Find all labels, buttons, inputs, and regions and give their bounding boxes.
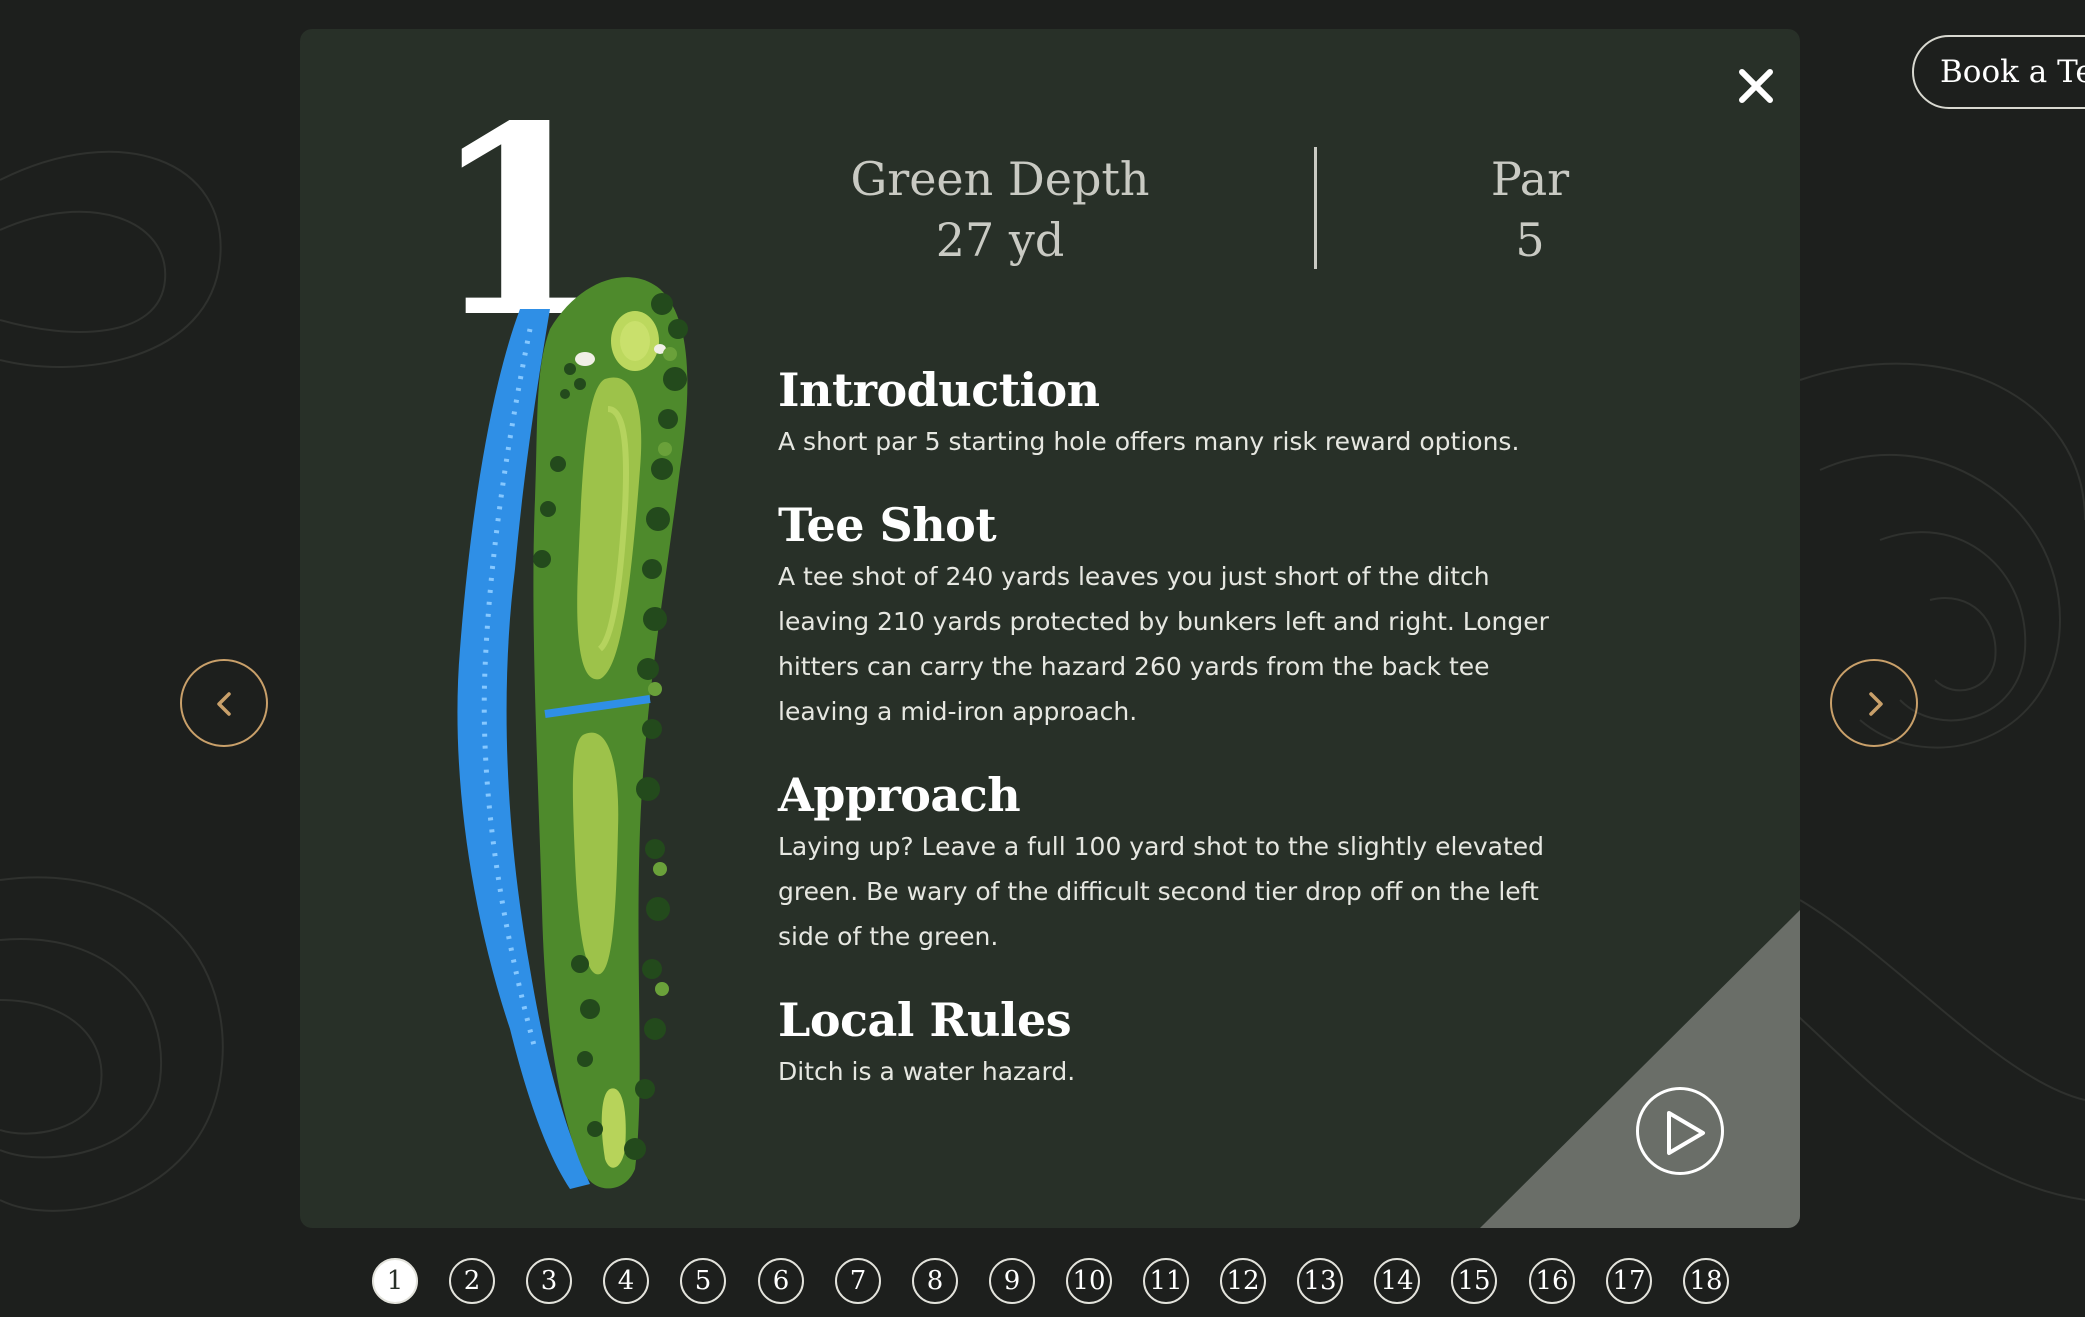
pager-hole-17[interactable]: 17 — [1606, 1258, 1652, 1304]
section-text: A short par 5 starting hole offers many … — [778, 427, 1520, 456]
hole-map-image — [457, 277, 688, 1189]
pager-hole-16[interactable]: 16 — [1529, 1258, 1575, 1304]
pager-hole-4[interactable]: 4 — [603, 1258, 649, 1304]
pager-hole-10[interactable]: 10 — [1066, 1258, 1112, 1304]
pager-hole-14[interactable]: 14 — [1374, 1258, 1420, 1304]
pager-hole-2[interactable]: 2 — [449, 1258, 495, 1304]
pager-hole-9[interactable]: 9 — [989, 1258, 1035, 1304]
section-text: Ditch is a water hazard. — [778, 1057, 1076, 1086]
section-title: Approach — [778, 768, 1021, 822]
section-text: A tee shot of 240 yards leaves you just … — [778, 562, 1549, 726]
pager-hole-15[interactable]: 15 — [1451, 1258, 1497, 1304]
play-icon — [1667, 1111, 1705, 1155]
chevron-right-icon — [1869, 692, 1883, 716]
section-text: Laying up? Leave a full 100 yard shot to… — [778, 832, 1545, 951]
pager-hole-18[interactable]: 18 — [1683, 1258, 1729, 1304]
section-title: Introduction — [778, 363, 1100, 417]
pager-hole-5[interactable]: 5 — [680, 1258, 726, 1304]
pager-hole-11[interactable]: 11 — [1143, 1258, 1189, 1304]
stat-divider — [1314, 147, 1317, 269]
hole-pager: 1 2 3 4 5 6 7 8 9 10 11 12 13 14 15 16 17 18 — [0, 1258, 2085, 1306]
book-tee-button[interactable]: Book a Tee — [1912, 35, 2085, 109]
section-title: Local Rules — [778, 993, 1072, 1047]
green-depth-stat: Green Depth 27 yd — [780, 149, 1220, 271]
par-stat: Par 5 — [1380, 149, 1680, 271]
next-hole-button[interactable] — [1830, 659, 1918, 747]
pager-hole-8[interactable]: 8 — [912, 1258, 958, 1304]
section-title: Tee Shot — [778, 498, 997, 552]
pager-hole-1[interactable]: 1 — [372, 1258, 418, 1304]
section-introduction: Introduction A short par 5 starting hole… — [778, 361, 1519, 464]
section-local-rules: Local Rules Ditch is a water hazard. — [778, 991, 1075, 1094]
corner-triangle-decoration — [1480, 910, 1800, 1228]
section-tee-shot: Tee Shot A tee shot of 240 yards leaves … — [778, 496, 1558, 734]
close-icon[interactable] — [1732, 62, 1780, 110]
green-depth-label: Green Depth — [850, 152, 1150, 206]
pager-hole-7[interactable]: 7 — [835, 1258, 881, 1304]
section-approach: Approach Laying up? Leave a full 100 yar… — [778, 766, 1558, 959]
chevron-left-icon — [217, 692, 231, 716]
pager-hole-6[interactable]: 6 — [758, 1258, 804, 1304]
pager-hole-13[interactable]: 13 — [1297, 1258, 1343, 1304]
par-value: 5 — [1515, 213, 1545, 267]
green-depth-value: 27 yd — [935, 213, 1065, 267]
pager-hole-3[interactable]: 3 — [526, 1258, 572, 1304]
pager-hole-12[interactable]: 12 — [1220, 1258, 1266, 1304]
previous-hole-button[interactable] — [180, 659, 268, 747]
hole-detail-modal: 1 Green Depth 27 yd Par 5 Introduction A… — [300, 29, 1800, 1228]
play-video-button[interactable] — [1636, 1087, 1724, 1175]
par-label: Par — [1490, 152, 1570, 206]
